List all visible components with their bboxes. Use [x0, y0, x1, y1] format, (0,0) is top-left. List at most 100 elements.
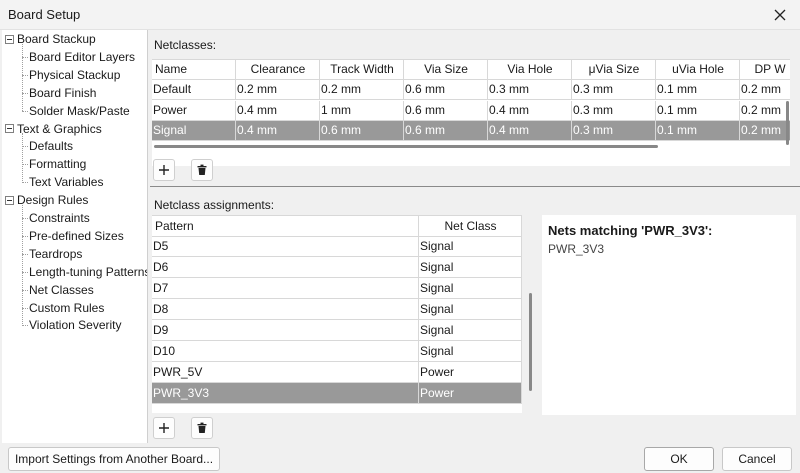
- net-classes-panel: Netclasses: Name Clearance Track Width Via …: [148, 30, 800, 443]
- assignments-column-header[interactable]: Pattern: [152, 216, 419, 237]
- add-netclass-button[interactable]: [153, 159, 175, 181]
- tree-group-1[interactable]: Text & Graphics: [17, 120, 102, 138]
- tree-item[interactable]: Length-tuning Patterns: [29, 263, 147, 281]
- assignment-pattern-cell[interactable]: D6: [152, 257, 419, 278]
- assignment-row[interactable]: PWR_5V Power: [152, 362, 522, 383]
- tree-item[interactable]: Pre-defined Sizes: [29, 227, 124, 245]
- assignment-row[interactable]: PWR_3V3 Power: [152, 383, 522, 404]
- netclasses-horizontal-scrollbar[interactable]: [154, 145, 658, 148]
- assignment-netclass-cell[interactable]: Signal: [419, 278, 522, 299]
- tree-collapse-toggle[interactable]: [5, 34, 14, 44]
- netclasses-vertical-scrollbar[interactable]: [786, 101, 789, 145]
- add-assignment-button[interactable]: [153, 417, 175, 439]
- netclass-cell[interactable]: 0.6 mm: [404, 100, 488, 121]
- tree-item[interactable]: Constraints: [29, 209, 90, 227]
- tree-item[interactable]: Custom Rules: [29, 299, 104, 317]
- netclass-cell[interactable]: Power: [152, 100, 236, 121]
- panel-splitter[interactable]: [150, 186, 800, 187]
- netclass-cell[interactable]: 0.3 mm: [572, 121, 656, 141]
- tree-item[interactable]: Solder Mask/Paste: [29, 102, 130, 120]
- cancel-button[interactable]: Cancel: [722, 447, 792, 471]
- assignment-netclass-cell[interactable]: Signal: [419, 341, 522, 362]
- netclass-cell[interactable]: 0.3 mm: [572, 100, 656, 121]
- assignments-vertical-scrollbar[interactable]: [529, 293, 532, 391]
- netclasses-column-header[interactable]: Clearance: [236, 60, 320, 80]
- netclass-cell[interactable]: 0.4 mm: [488, 100, 572, 121]
- assignment-pattern-cell[interactable]: PWR_3V3: [152, 383, 419, 404]
- assignment-row[interactable]: D10 Signal: [152, 341, 522, 362]
- netclasses-column-header[interactable]: DP W: [740, 60, 790, 80]
- assignment-pattern-cell[interactable]: D7: [152, 278, 419, 299]
- assignment-row[interactable]: D8 Signal: [152, 299, 522, 320]
- assignment-row[interactable]: D6 Signal: [152, 257, 522, 278]
- matching-nets-panel: Nets matching 'PWR_3V3': PWR_3V3: [542, 215, 796, 415]
- assignment-row[interactable]: D7 Signal: [152, 278, 522, 299]
- netclass-row[interactable]: Default 0.2 mm 0.2 mm 0.6 mm 0.3 mm 0.3 mm 0.1…: [152, 80, 790, 100]
- assignments-table[interactable]: Pattern Net Class D5 Signal D6 Signal D7 Signal…: [152, 215, 522, 413]
- netclass-cell[interactable]: 0.4 mm: [236, 100, 320, 121]
- netclass-cell[interactable]: 0.1 mm: [656, 100, 740, 121]
- matching-net-item[interactable]: PWR_3V3: [548, 242, 604, 256]
- netclass-cell[interactable]: 0.3 mm: [572, 80, 656, 100]
- delete-netclass-button[interactable]: [191, 159, 213, 181]
- netclasses-column-header[interactable]: Name: [152, 60, 236, 80]
- assignment-pattern-cell[interactable]: D5: [152, 236, 419, 257]
- delete-assignment-button[interactable]: [191, 417, 213, 439]
- tree-collapse-toggle[interactable]: [5, 195, 14, 205]
- netclass-cell[interactable]: 0.6 mm: [320, 121, 404, 141]
- netclass-cell[interactable]: 0.1 mm: [656, 80, 740, 100]
- assignment-netclass-cell[interactable]: Signal: [419, 299, 522, 320]
- netclasses-column-header[interactable]: uVia Hole: [656, 60, 740, 80]
- netclass-cell[interactable]: 0.2 mm: [236, 80, 320, 100]
- assignment-row[interactable]: D9 Signal: [152, 320, 522, 341]
- assignment-netclass-cell[interactable]: Power: [419, 362, 522, 383]
- tree-item[interactable]: Text Variables: [29, 173, 103, 191]
- netclass-row[interactable]: Power 0.4 mm 1 mm 0.6 mm 0.4 mm 0.3 mm 0.1 mm 0…: [152, 100, 790, 121]
- assignment-netclass-cell[interactable]: Power: [419, 383, 522, 404]
- netclass-cell[interactable]: Signal: [152, 121, 236, 141]
- netclass-cell[interactable]: 0.2 mm: [320, 80, 404, 100]
- close-button[interactable]: [770, 5, 790, 25]
- trash-icon: [197, 422, 207, 433]
- assignment-row[interactable]: D5 Signal: [152, 236, 522, 257]
- assignments-column-header[interactable]: Net Class: [419, 216, 522, 237]
- netclasses-column-header[interactable]: μVia Size: [572, 60, 656, 80]
- tree-collapse-toggle[interactable]: [5, 124, 14, 133]
- netclass-cell[interactable]: 0.2 mm: [740, 121, 790, 141]
- tree-item[interactable]: Board Editor Layers: [29, 48, 135, 66]
- ok-button[interactable]: OK: [644, 447, 714, 471]
- assignment-pattern-cell[interactable]: PWR_5V: [152, 362, 419, 383]
- netclass-cell[interactable]: 0.3 mm: [488, 80, 572, 100]
- netclass-cell[interactable]: 0.2 mm: [740, 80, 790, 100]
- plus-icon: [159, 165, 169, 175]
- netclasses-table[interactable]: Name Clearance Track Width Via Size Via Hole…: [152, 59, 790, 166]
- assignment-pattern-cell[interactable]: D8: [152, 299, 419, 320]
- tree-item[interactable]: Physical Stackup: [29, 66, 120, 84]
- tree-group-2[interactable]: Design Rules: [17, 191, 88, 209]
- assignment-netclass-cell[interactable]: Signal: [419, 236, 522, 257]
- netclasses-column-header[interactable]: Track Width: [320, 60, 404, 80]
- assignment-netclass-cell[interactable]: Signal: [419, 257, 522, 278]
- assignment-pattern-cell[interactable]: D9: [152, 320, 419, 341]
- tree-item[interactable]: Teardrops: [29, 245, 82, 263]
- netclass-cell[interactable]: 0.1 mm: [656, 121, 740, 141]
- netclass-cell[interactable]: Default: [152, 80, 236, 100]
- tree-group-0[interactable]: Board Stackup: [17, 30, 96, 48]
- assignment-netclass-cell[interactable]: Signal: [419, 320, 522, 341]
- tree-item[interactable]: Formatting: [29, 155, 86, 173]
- netclass-cell[interactable]: 0.6 mm: [404, 80, 488, 100]
- netclass-cell[interactable]: 0.6 mm: [404, 121, 488, 141]
- netclass-row[interactable]: Signal 0.4 mm 0.6 mm 0.6 mm 0.4 mm 0.3 mm 0.1 …: [152, 121, 790, 141]
- netclasses-column-header[interactable]: Via Size: [404, 60, 488, 80]
- tree-item[interactable]: Net Classes: [29, 281, 94, 299]
- tree-item[interactable]: Board Finish: [29, 84, 96, 102]
- tree-item[interactable]: Defaults: [29, 137, 73, 155]
- netclass-cell[interactable]: 0.2 mm: [740, 101, 790, 121]
- netclasses-column-header[interactable]: Via Hole: [488, 60, 572, 80]
- tree-item[interactable]: Violation Severity: [29, 316, 122, 334]
- assignment-pattern-cell[interactable]: D10: [152, 341, 419, 362]
- netclass-cell[interactable]: 0.4 mm: [488, 121, 572, 141]
- netclass-cell[interactable]: 1 mm: [320, 100, 404, 121]
- netclass-cell[interactable]: 0.4 mm: [236, 121, 320, 141]
- import-settings-button[interactable]: Import Settings from Another Board...: [8, 447, 220, 471]
